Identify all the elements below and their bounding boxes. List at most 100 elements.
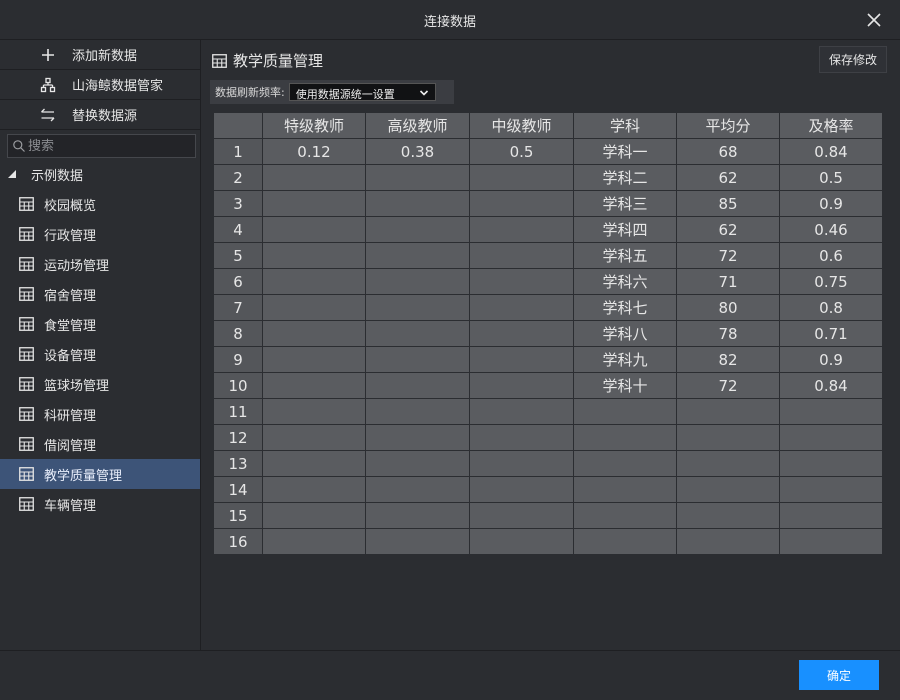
table-cell[interactable] — [262, 294, 366, 321]
table-cell[interactable] — [365, 346, 470, 373]
table-cell[interactable] — [365, 372, 470, 399]
table-cell[interactable] — [262, 528, 366, 555]
table-cell[interactable] — [262, 346, 366, 373]
column-header[interactable]: 学科 — [573, 112, 677, 139]
table-cell[interactable]: 72 — [676, 372, 780, 399]
row-number[interactable]: 10 — [213, 372, 263, 399]
confirm-button[interactable]: 确定 — [799, 660, 879, 690]
table-cell[interactable]: 0.9 — [779, 346, 883, 373]
sidebar-item[interactable]: 借阅管理 — [0, 429, 200, 459]
table-cell[interactable] — [469, 242, 574, 269]
table-cell[interactable]: 0.12 — [262, 138, 366, 165]
add-new-data-button[interactable]: 添加新数据 — [0, 40, 200, 70]
table-cell[interactable] — [779, 450, 883, 477]
table-cell[interactable] — [365, 424, 470, 451]
sidebar-item[interactable]: 校园概览 — [0, 189, 200, 219]
table-cell[interactable]: 0.5 — [469, 138, 574, 165]
table-cell[interactable] — [262, 242, 366, 269]
table-cell[interactable]: 0.5 — [779, 164, 883, 191]
table-cell[interactable] — [469, 268, 574, 295]
table-cell[interactable] — [262, 450, 366, 477]
row-number[interactable]: 6 — [213, 268, 263, 295]
table-cell[interactable] — [676, 398, 780, 425]
table-cell[interactable] — [365, 294, 470, 321]
table-cell[interactable] — [262, 268, 366, 295]
table-cell[interactable]: 学科八 — [573, 320, 677, 347]
table-cell[interactable] — [469, 398, 574, 425]
table-cell[interactable] — [365, 502, 470, 529]
table-cell[interactable] — [469, 164, 574, 191]
table-cell[interactable] — [676, 450, 780, 477]
column-header[interactable]: 高级教师 — [365, 112, 470, 139]
refresh-frequency-select[interactable]: 使用数据源统一设置 — [288, 83, 436, 101]
table-cell[interactable]: 0.38 — [365, 138, 470, 165]
table-cell[interactable] — [779, 476, 883, 503]
table-cell[interactable] — [469, 528, 574, 555]
table-cell[interactable]: 72 — [676, 242, 780, 269]
table-cell[interactable]: 0.75 — [779, 268, 883, 295]
table-cell[interactable] — [262, 320, 366, 347]
table-cell[interactable] — [469, 424, 574, 451]
row-number[interactable]: 3 — [213, 190, 263, 217]
row-number[interactable]: 13 — [213, 450, 263, 477]
table-cell[interactable] — [262, 398, 366, 425]
table-cell[interactable] — [365, 320, 470, 347]
table-cell[interactable] — [469, 320, 574, 347]
table-cell[interactable] — [573, 424, 677, 451]
column-header[interactable]: 及格率 — [779, 112, 883, 139]
table-cell[interactable] — [676, 528, 780, 555]
sidebar-item[interactable]: 食堂管理 — [0, 309, 200, 339]
table-cell[interactable]: 0.84 — [779, 372, 883, 399]
table-cell[interactable] — [779, 424, 883, 451]
table-cell[interactable]: 0.84 — [779, 138, 883, 165]
row-number[interactable]: 11 — [213, 398, 263, 425]
table-cell[interactable] — [365, 450, 470, 477]
table-cell[interactable] — [262, 372, 366, 399]
table-cell[interactable]: 0.6 — [779, 242, 883, 269]
table-cell[interactable]: 62 — [676, 164, 780, 191]
table-cell[interactable] — [573, 450, 677, 477]
column-header[interactable]: 平均分 — [676, 112, 780, 139]
table-cell[interactable] — [365, 242, 470, 269]
sidebar-item[interactable]: 宿舍管理 — [0, 279, 200, 309]
table-cell[interactable] — [365, 216, 470, 243]
sidebar-item[interactable]: 运动场管理 — [0, 249, 200, 279]
sidebar-item[interactable]: 设备管理 — [0, 339, 200, 369]
row-number[interactable]: 7 — [213, 294, 263, 321]
table-cell[interactable]: 80 — [676, 294, 780, 321]
table-cell[interactable]: 学科七 — [573, 294, 677, 321]
table-cell[interactable]: 0.9 — [779, 190, 883, 217]
row-number[interactable]: 14 — [213, 476, 263, 503]
save-changes-button[interactable]: 保存修改 — [819, 46, 887, 73]
close-icon[interactable] — [866, 12, 882, 28]
table-cell[interactable] — [365, 398, 470, 425]
table-cell[interactable] — [469, 450, 574, 477]
row-number[interactable]: 15 — [213, 502, 263, 529]
tree-root-sample-data[interactable]: 示例数据 — [0, 159, 200, 189]
table-cell[interactable] — [262, 190, 366, 217]
row-number[interactable]: 2 — [213, 164, 263, 191]
table-cell[interactable] — [573, 528, 677, 555]
table-cell[interactable]: 62 — [676, 216, 780, 243]
table-cell[interactable] — [676, 502, 780, 529]
column-header[interactable]: 特级教师 — [262, 112, 366, 139]
table-cell[interactable]: 学科四 — [573, 216, 677, 243]
table-cell[interactable]: 0.8 — [779, 294, 883, 321]
table-cell[interactable] — [262, 424, 366, 451]
column-header[interactable]: 中级教师 — [469, 112, 574, 139]
table-cell[interactable] — [365, 476, 470, 503]
data-manager-button[interactable]: 山海鲸数据管家 — [0, 70, 200, 100]
table-cell[interactable] — [262, 164, 366, 191]
table-cell[interactable] — [469, 346, 574, 373]
table-cell[interactable] — [779, 398, 883, 425]
table-cell[interactable]: 68 — [676, 138, 780, 165]
table-cell[interactable] — [365, 268, 470, 295]
replace-datasource-button[interactable]: 替换数据源 — [0, 100, 200, 130]
table-cell[interactable]: 0.71 — [779, 320, 883, 347]
table-cell[interactable] — [469, 502, 574, 529]
table-cell[interactable] — [676, 476, 780, 503]
row-number[interactable]: 8 — [213, 320, 263, 347]
table-cell[interactable] — [365, 164, 470, 191]
row-number[interactable]: 12 — [213, 424, 263, 451]
table-cell[interactable] — [676, 424, 780, 451]
